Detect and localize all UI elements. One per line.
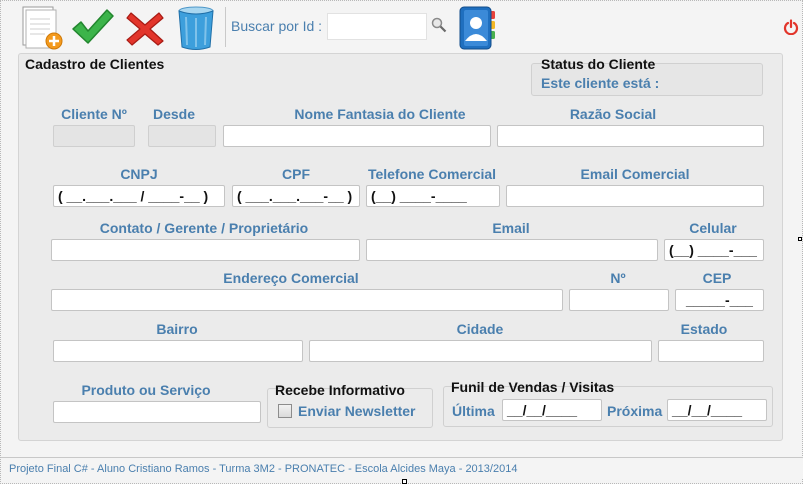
cnpj-label: CNPJ [120,166,158,182]
proxima-date-field[interactable]: __/__/____ [667,399,767,421]
produto-label: Produto ou Serviço [81,382,211,398]
celular-field[interactable]: (__) ____-___ [664,239,764,261]
cep-field[interactable]: _____-___ [675,289,764,311]
cliente-no-field [53,125,135,147]
cliente-no-label: Cliente Nº [61,106,127,122]
email-comercial-label: Email Comercial [580,166,690,182]
produto-field[interactable] [53,401,261,423]
numero-field[interactable] [569,289,669,311]
search-id-input[interactable] [327,13,427,40]
email-field[interactable] [366,239,658,261]
resize-handle[interactable] [402,479,407,484]
newsletter-checkbox[interactable] [278,404,292,418]
numero-label: Nº [610,270,626,286]
celular-label: Celular [689,220,737,236]
telefone-label: Telefone Comercial [367,166,497,182]
telefone-field[interactable]: (__) ____-____ [366,185,500,207]
estado-field[interactable] [658,340,764,362]
status-title: Status do Cliente [541,56,656,72]
address-book-icon[interactable] [457,5,499,51]
cpf-label: CPF [282,166,310,182]
newsletter-title: Recebe Informativo [275,382,405,398]
desde-field [148,125,216,147]
cpf-field[interactable]: ( ___.___.___-__ ) [232,185,360,207]
status-text: Este cliente está : [541,75,660,91]
cidade-field[interactable] [309,340,652,362]
resize-handle-right[interactable] [798,237,802,241]
contato-label: Contato / Gerente / Proprietário [99,220,309,236]
cep-label: CEP [702,270,732,286]
nome-fantasia-label: Nome Fantasia do Cliente [294,106,466,122]
ultima-label: Última [452,403,495,419]
newsletter-label[interactable]: Enviar Newsletter [298,403,416,419]
magnifier-icon[interactable] [431,17,447,33]
contato-field[interactable] [51,239,360,261]
ultima-date-field[interactable]: __/__/____ [502,399,602,421]
desde-label: Desde [152,106,196,122]
cnpj-field[interactable]: ( __.___.___ / ____-__ ) [53,185,225,207]
estado-label: Estado [680,321,728,337]
razao-social-label: Razão Social [569,106,657,122]
funil-title: Funil de Vendas / Visitas [451,379,615,395]
email-label: Email [492,220,530,236]
red-x-icon[interactable] [123,3,167,51]
proxima-label: Próxima [607,403,663,419]
toolbar-separator [225,7,226,47]
form-title: Cadastro de Clientes [25,56,165,72]
green-check-icon[interactable] [69,3,115,51]
cidade-label: Cidade [456,321,504,337]
razao-social-field[interactable] [497,125,764,147]
footer-text: Projeto Final C# - Aluno Cristiano Ramos… [9,463,518,475]
status-bar: Projeto Final C# - Aluno Cristiano Ramos… [1,457,803,479]
new-document-icon[interactable] [19,3,65,51]
endereco-field[interactable] [51,289,563,311]
form-window: Buscar por Id : Cadastro de Clientes Sta… [0,0,803,484]
trash-icon[interactable] [175,3,217,51]
bairro-field[interactable] [53,340,303,362]
bairro-label: Bairro [156,321,198,337]
email-comercial-field[interactable] [506,185,764,207]
nome-fantasia-field[interactable] [223,125,491,147]
power-icon[interactable] [783,19,799,35]
endereco-label: Endereço Comercial [223,270,359,286]
search-label: Buscar por Id : [231,18,323,34]
